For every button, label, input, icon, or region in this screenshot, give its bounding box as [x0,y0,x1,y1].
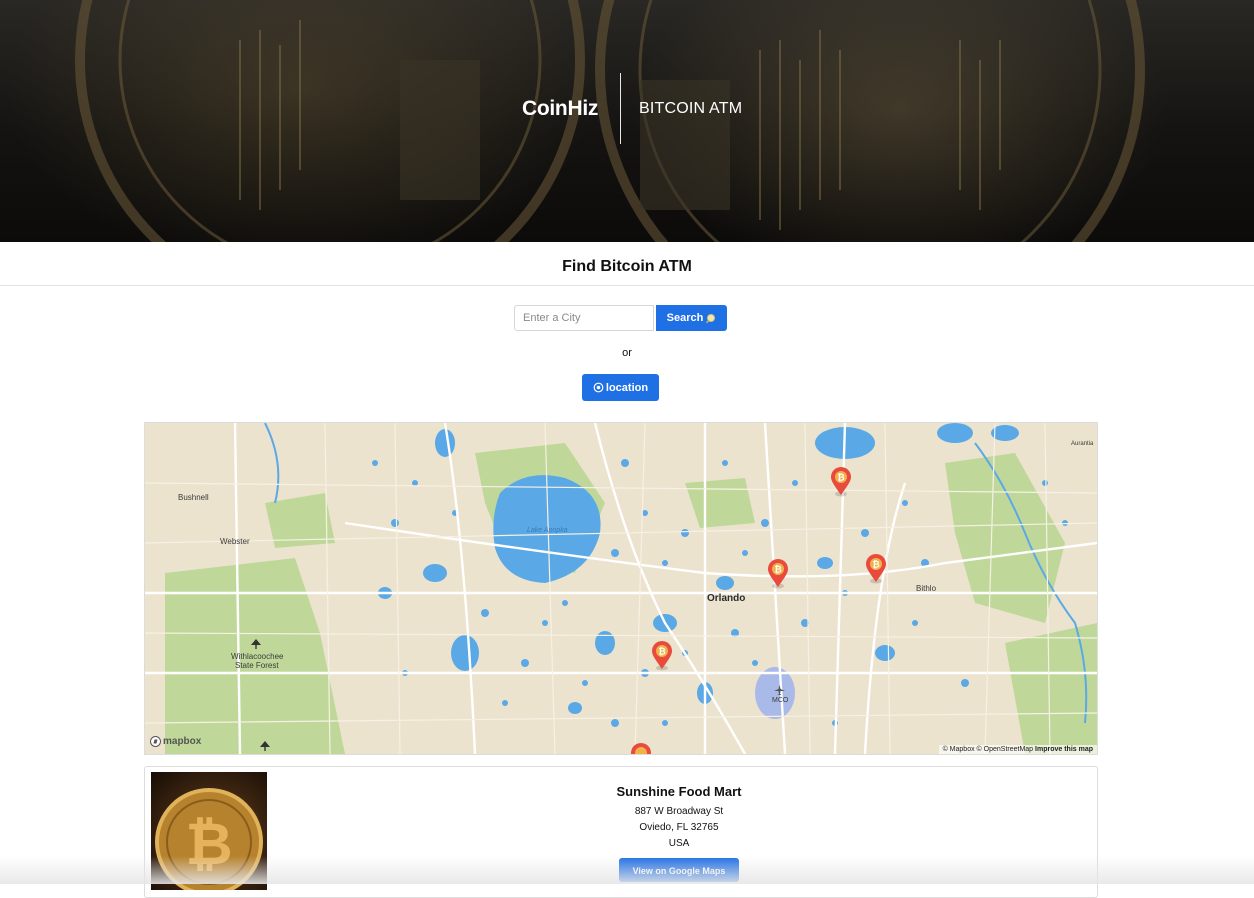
svg-text:₿: ₿ [658,647,665,658]
atm-address-line2: Oviedo, FL 32765 [639,822,719,833]
airport-icon [774,685,785,695]
atm-name: Sunshine Food Mart [616,784,742,799]
bitcoin-marker-icon[interactable]: ₿ [865,554,887,584]
map-label-orlando: Orlando [707,593,746,604]
park-icon [251,639,261,649]
map-label-state-forest: State Forest [235,661,279,670]
bitcoin-marker-icon[interactable]: ₿ [651,641,673,671]
location-button-label: location [605,381,649,394]
svg-text:₿: ₿ [837,473,844,484]
atm-details: Sunshine Food Mart 887 W Broadway St Ovi… [275,784,1083,882]
magnifier-icon [706,313,716,323]
atm-address-line1: 887 W Broadway St [634,806,724,817]
map-label-webster: Webster [220,537,250,546]
attribution-osm-link[interactable]: © OpenStreetMap [977,746,1034,753]
crosshair-icon [593,382,604,393]
map-label-aurantia: Aurantia [1071,441,1094,447]
map-tiles [145,423,1097,754]
hero-banner: CoinHiz BITCOIN ATM [0,0,1254,242]
svg-text:₿: ₿ [872,560,879,571]
city-search-input[interactable] [514,305,654,331]
map-label-bithlo: Bithlo [916,584,937,593]
bitcoin-marker-icon[interactable]: ₿ [830,467,852,497]
mapbox-logo-icon [150,736,161,747]
brand-logo[interactable]: CoinHiz [522,97,598,121]
or-separator: or [622,347,632,359]
mapbox-logo[interactable]: mapbox [150,736,201,747]
view-on-google-maps-button[interactable]: View on Google Maps [619,858,739,882]
bitcoin-marker-icon[interactable] [630,743,652,755]
search-button-label: Search [666,312,704,324]
map-label-mco: MCO [772,697,789,704]
map-label-bushnell: Bushnell [178,493,209,502]
search-button[interactable]: Search [656,305,727,331]
atm-country: USA [668,838,690,849]
bitcoin-coin-icon: ₿ [155,788,263,890]
map-attribution: © Mapbox © OpenStreetMap Improve this ma… [938,745,1097,754]
page-title: Find Bitcoin ATM [0,242,1254,286]
coin-background-image [75,0,1145,242]
atm-result-card: ₿ Sunshine Food Mart 887 W Broadway St O… [144,766,1098,898]
header-tagline: BITCOIN ATM [639,100,743,117]
bitcoin-coin-image: ₿ [151,772,267,890]
use-location-button[interactable]: location [582,374,659,401]
svg-text:₿: ₿ [774,565,781,576]
improve-map-link[interactable]: Improve this map [1035,746,1093,753]
bitcoin-marker-icon[interactable]: ₿ [767,559,789,589]
attribution-mapbox-link[interactable]: © Mapbox [943,746,975,753]
svg-text:₿: ₿ [185,810,232,878]
mapbox-logo-text: mapbox [163,736,202,747]
header-divider [620,73,621,144]
map-label-lake-apopka: Lake Apopka [527,527,568,534]
park-icon [260,741,270,751]
map-label-withlacoochee: Withlacoochee [231,652,284,661]
atm-map[interactable]: Bushnell Webster Lake Apopka Orlando Bit… [144,422,1098,755]
